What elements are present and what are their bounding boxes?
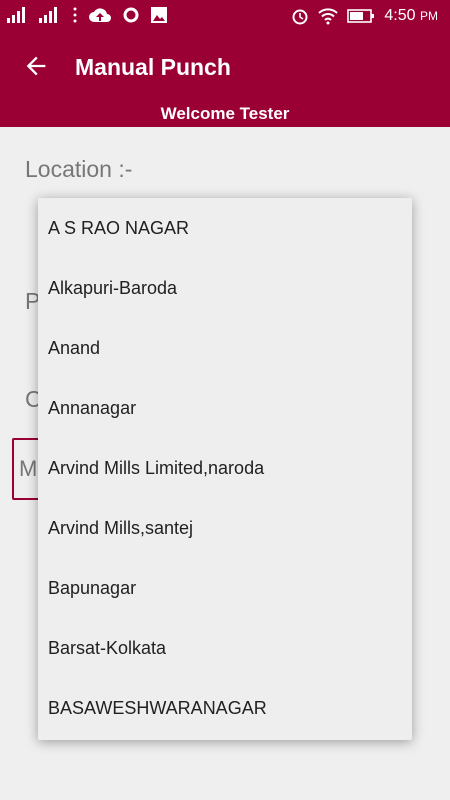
status-ampm: PM bbox=[420, 9, 438, 23]
dropdown-item[interactable]: Barsat-Kolkata bbox=[38, 618, 412, 678]
dropdown-item[interactable]: Annanagar bbox=[38, 378, 412, 438]
location-dropdown[interactable]: A S RAO NAGAR Alkapuri-Baroda Anand Annanag… bbox=[38, 198, 412, 740]
dropdown-item[interactable]: Anand bbox=[38, 318, 412, 378]
dropdown-list: A S RAO NAGAR Alkapuri-Baroda Anand Annanag… bbox=[38, 198, 412, 738]
back-arrow-icon[interactable] bbox=[22, 52, 50, 80]
status-time-value: 4:50 bbox=[384, 7, 416, 24]
welcome-text: Welcome Tester bbox=[160, 104, 290, 123]
page-title: Manual Punch bbox=[75, 54, 231, 80]
dropdown-item[interactable]: Arvind Mills Limited,naroda bbox=[38, 438, 412, 498]
location-label: Location :- bbox=[25, 156, 133, 182]
status-right: 4:50 PM bbox=[291, 6, 438, 26]
signal-2-icon bbox=[39, 7, 57, 23]
dropdown-item[interactable]: A S RAO NAGAR bbox=[38, 198, 412, 258]
dropdown-item[interactable]: BASAWESHWARANAGAR bbox=[38, 678, 412, 738]
partial-field-m: M bbox=[19, 456, 38, 481]
status-bar: 4:50 PM bbox=[0, 0, 450, 32]
dropdown-item[interactable]: Bapunagar bbox=[38, 558, 412, 618]
status-left bbox=[6, 6, 168, 24]
wifi-icon bbox=[318, 8, 339, 25]
dropdown-item[interactable]: Arvind Mills,santej bbox=[38, 498, 412, 558]
dropdown-item[interactable]: Alkapuri-Baroda bbox=[38, 258, 412, 318]
cloud-upload-icon bbox=[89, 8, 111, 22]
status-time: 4:50 PM bbox=[384, 6, 438, 26]
sync-circle-icon bbox=[123, 7, 139, 23]
alarm-icon bbox=[292, 9, 308, 25]
signal-icon bbox=[7, 7, 25, 23]
image-icon bbox=[151, 7, 167, 23]
battery-icon bbox=[347, 9, 375, 23]
app-bar: Manual Punch Welcome Tester bbox=[0, 32, 450, 127]
overflow-dots-icon bbox=[73, 7, 77, 23]
